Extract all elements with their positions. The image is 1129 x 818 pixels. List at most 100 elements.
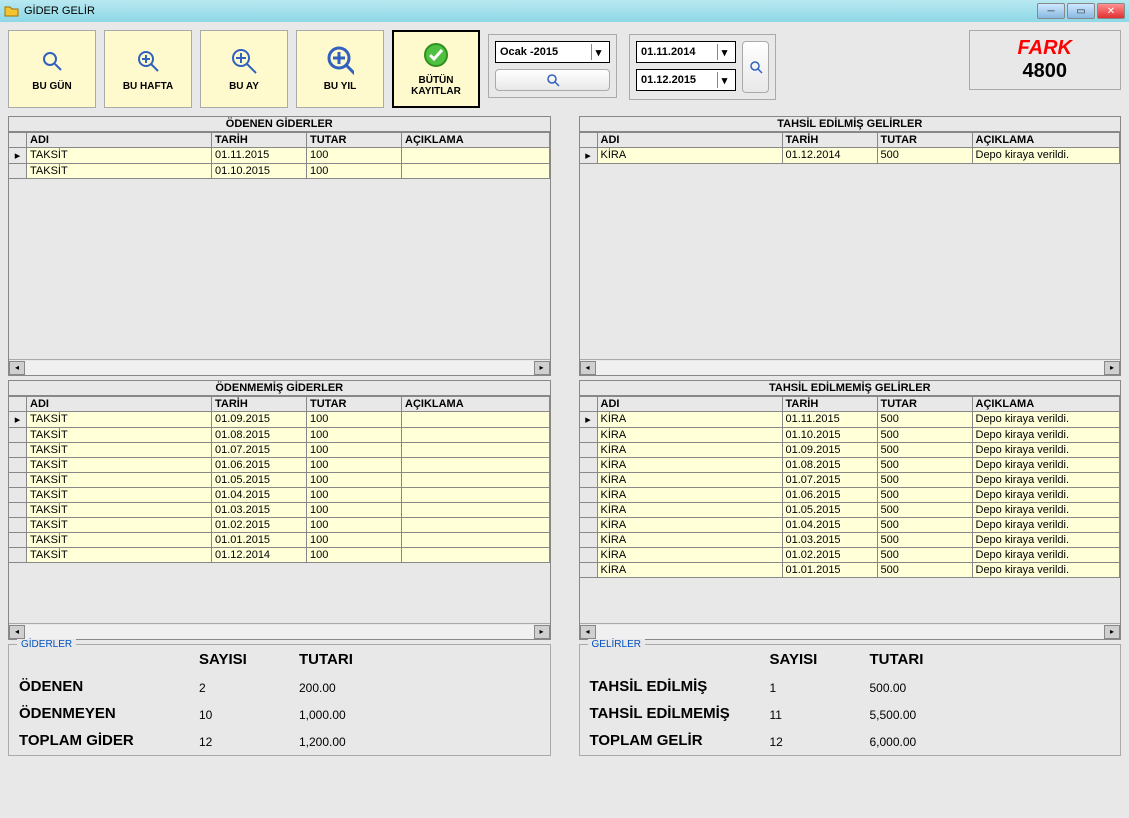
table-row[interactable]: TAKSİT01.10.2015100 xyxy=(9,164,550,179)
cell-adi: TAKSİT xyxy=(27,412,212,427)
table-row[interactable]: KİRA01.05.2015500Depo kiraya verildi. xyxy=(580,503,1121,518)
table-row[interactable]: KİRA01.09.2015500Depo kiraya verildi. xyxy=(580,443,1121,458)
cell-tutar: 500 xyxy=(878,503,973,517)
cell-aciklama: Depo kiraya verildi. xyxy=(973,412,1121,427)
cell-aciklama xyxy=(402,488,550,502)
table-row[interactable]: TAKSİT01.01.2015100 xyxy=(9,533,550,548)
bugun-button[interactable]: BU GÜN xyxy=(8,30,96,108)
minimize-button[interactable]: ─ xyxy=(1037,3,1065,19)
cell-adi: TAKSİT xyxy=(27,458,212,472)
cell-aciklama xyxy=(402,443,550,457)
fark-label: FARK xyxy=(1018,37,1072,60)
buhafta-label: BU HAFTA xyxy=(123,81,173,92)
table-row[interactable]: KİRA01.04.2015500Depo kiraya verildi. xyxy=(580,518,1121,533)
cell-aciklama xyxy=(402,412,550,427)
table-row[interactable]: KİRA01.08.2015500Depo kiraya verildi. xyxy=(580,458,1121,473)
date-to-dropdown[interactable]: 01.12.2015 ▾ xyxy=(636,69,736,91)
cell-adi: KİRA xyxy=(598,428,783,442)
cell-tutar: 500 xyxy=(878,533,973,547)
cell-tarih: 01.01.2015 xyxy=(212,533,307,547)
table-row[interactable]: KİRA01.06.2015500Depo kiraya verildi. xyxy=(580,488,1121,503)
table-row[interactable]: TAKSİT01.07.2015100 xyxy=(9,443,550,458)
magnifier-plus-icon xyxy=(230,47,258,75)
maximize-button[interactable]: ▭ xyxy=(1067,3,1095,19)
cell-aciklama xyxy=(402,428,550,442)
cell-aciklama: Depo kiraya verildi. xyxy=(973,503,1121,517)
buay-label: BU AY xyxy=(229,81,259,92)
date-to-value: 01.12.2015 xyxy=(641,74,696,86)
cell-aciklama xyxy=(402,473,550,487)
row-marker xyxy=(580,428,598,442)
cell-tarih: 01.04.2015 xyxy=(212,488,307,502)
buhafta-button[interactable]: BU HAFTA xyxy=(104,30,192,108)
month-year-dropdown[interactable]: Ocak -2015 ▾ xyxy=(495,41,610,63)
cell-tutar: 100 xyxy=(307,164,402,178)
cell-aciklama: Depo kiraya verildi. xyxy=(973,473,1121,487)
table-row[interactable]: TAKSİT01.03.2015100 xyxy=(9,503,550,518)
magnifier-plus-icon xyxy=(326,47,354,75)
cell-tarih: 01.08.2015 xyxy=(783,458,878,472)
row-marker xyxy=(580,503,598,517)
buyil-button[interactable]: BU YIL xyxy=(296,30,384,108)
cell-tutar: 100 xyxy=(307,518,402,532)
table-row[interactable]: TAKSİT01.02.2015100 xyxy=(9,518,550,533)
date-from-dropdown[interactable]: 01.11.2014 ▾ xyxy=(636,41,736,63)
cell-adi: KİRA xyxy=(598,488,783,502)
table-row[interactable]: KİRA01.07.2015500Depo kiraya verildi. xyxy=(580,473,1121,488)
horizontal-scrollbar[interactable]: ◂▸ xyxy=(9,623,550,639)
row-marker xyxy=(580,518,598,532)
date-range-search-button[interactable] xyxy=(742,41,769,93)
cell-aciklama xyxy=(402,548,550,562)
row-marker: ▸ xyxy=(9,148,27,163)
cell-tutar: 100 xyxy=(307,473,402,487)
tahsil-edilmis-grid: TAHSİL EDİLMİŞ GELİRLER ADI TARİH TUTAR … xyxy=(579,116,1122,376)
table-row[interactable]: TAKSİT01.05.2015100 xyxy=(9,473,550,488)
close-button[interactable]: ✕ xyxy=(1097,3,1125,19)
horizontal-scrollbar[interactable]: ◂▸ xyxy=(9,359,550,375)
cell-tarih: 01.05.2015 xyxy=(783,503,878,517)
fark-value: 4800 xyxy=(1018,60,1072,83)
cell-adi: KİRA xyxy=(598,563,783,577)
cell-tutar: 500 xyxy=(878,473,973,487)
cell-adi: KİRA xyxy=(598,458,783,472)
table-row[interactable]: TAKSİT01.06.2015100 xyxy=(9,458,550,473)
cell-aciklama: Depo kiraya verildi. xyxy=(973,148,1121,163)
table-row[interactable]: ▸KİRA01.12.2014500Depo kiraya verildi. xyxy=(580,148,1121,164)
row-marker xyxy=(9,458,27,472)
row-marker xyxy=(9,503,27,517)
butun-kayitlar-button[interactable]: BÜTÜN KAYITLAR xyxy=(392,30,480,108)
month-search-button[interactable] xyxy=(495,69,610,91)
table-row[interactable]: KİRA01.10.2015500Depo kiraya verildi. xyxy=(580,428,1121,443)
cell-tutar: 100 xyxy=(307,443,402,457)
row-marker xyxy=(9,428,27,442)
buyil-label: BU YIL xyxy=(324,81,357,92)
table-row[interactable]: ▸TAKSİT01.11.2015100 xyxy=(9,148,550,164)
chevron-down-icon: ▾ xyxy=(717,72,731,88)
row-marker xyxy=(9,164,27,178)
grid-title: TAHSİL EDİLMEMİŞ GELİRLER xyxy=(580,381,1121,396)
cell-aciklama: Depo kiraya verildi. xyxy=(973,443,1121,457)
cell-tarih: 01.02.2015 xyxy=(212,518,307,532)
odenmemis-giderler-grid: ÖDENMEMİŞ GİDERLER ADI TARİH TUTAR AÇIKL… xyxy=(8,380,551,640)
cell-adi: TAKSİT xyxy=(27,443,212,457)
odenen-giderler-grid: ÖDENEN GİDERLER ADI TARİH TUTAR AÇIKLAMA… xyxy=(8,116,551,376)
table-row[interactable]: KİRA01.02.2015500Depo kiraya verildi. xyxy=(580,548,1121,563)
cell-aciklama xyxy=(402,458,550,472)
horizontal-scrollbar[interactable]: ◂▸ xyxy=(580,623,1121,639)
row-marker xyxy=(9,518,27,532)
cell-adi: KİRA xyxy=(598,473,783,487)
table-row[interactable]: ▸KİRA01.11.2015500Depo kiraya verildi. xyxy=(580,412,1121,428)
table-row[interactable]: TAKSİT01.08.2015100 xyxy=(9,428,550,443)
cell-aciklama: Depo kiraya verildi. xyxy=(973,488,1121,502)
table-row[interactable]: KİRA01.03.2015500Depo kiraya verildi. xyxy=(580,533,1121,548)
grid-header: ADI TARİH TUTAR AÇIKLAMA xyxy=(580,132,1121,148)
table-row[interactable]: TAKSİT01.12.2014100 xyxy=(9,548,550,563)
cell-tarih: 01.03.2015 xyxy=(783,533,878,547)
horizontal-scrollbar[interactable]: ◂▸ xyxy=(580,359,1121,375)
cell-aciklama: Depo kiraya verildi. xyxy=(973,533,1121,547)
table-row[interactable]: ▸TAKSİT01.09.2015100 xyxy=(9,412,550,428)
table-row[interactable]: TAKSİT01.04.2015100 xyxy=(9,488,550,503)
table-row[interactable]: KİRA01.01.2015500Depo kiraya verildi. xyxy=(580,563,1121,578)
buay-button[interactable]: BU AY xyxy=(200,30,288,108)
cell-adi: KİRA xyxy=(598,148,783,163)
